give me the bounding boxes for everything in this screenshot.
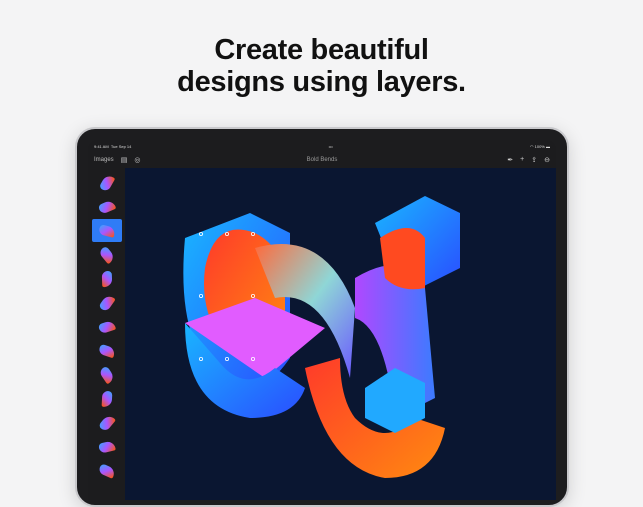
layer-preview-icon — [97, 319, 117, 334]
status-date: Tue Sep 14 — [110, 143, 132, 149]
status-bar: 9:41 AM Tue Sep 14 ••• ◠ 100% ▬ — [88, 140, 556, 152]
layers-sidebar — [90, 170, 124, 500]
layer-preview-icon — [98, 173, 116, 192]
status-time: 9:41 AM — [94, 143, 109, 149]
layer-thumbnail[interactable] — [92, 339, 122, 362]
layer-thumbnail[interactable] — [92, 411, 122, 434]
multitasking-dots[interactable]: ••• — [329, 144, 333, 149]
layer-thumbnail[interactable] — [92, 195, 122, 218]
layer-thumbnail[interactable] — [92, 363, 122, 386]
layer-thumbnail[interactable] — [92, 291, 122, 314]
battery-percent: 100% — [534, 143, 545, 149]
battery-icon: ▬ — [545, 143, 550, 149]
pen-tool-icon[interactable]: ✒ — [507, 156, 513, 164]
layer-preview-icon — [97, 198, 117, 215]
headline-line-1: Create beautiful — [214, 34, 429, 66]
share-icon[interactable]: ⇪ — [531, 156, 537, 164]
layer-preview-icon — [101, 270, 113, 287]
layer-preview-icon — [98, 293, 116, 312]
layer-preview-icon — [97, 462, 117, 479]
add-icon[interactable]: + — [520, 156, 524, 163]
canvas[interactable] — [125, 168, 556, 500]
layer-preview-icon — [98, 439, 116, 454]
layer-thumbnail[interactable] — [92, 387, 122, 410]
images-button[interactable]: Images — [94, 157, 114, 163]
layer-preview-icon — [98, 365, 116, 384]
artwork[interactable] — [125, 168, 556, 500]
layer-preview-icon — [98, 245, 116, 264]
layer-thumbnail[interactable] — [92, 171, 122, 194]
history-icon[interactable]: ◎ — [134, 156, 140, 164]
layer-thumbnail[interactable] — [92, 267, 122, 290]
layer-thumbnail[interactable] — [92, 435, 122, 458]
headline: Create beautiful designs using layers. — [0, 34, 643, 98]
document-title[interactable]: Bold Bends — [88, 157, 556, 163]
sidebar-toggle-icon[interactable]: ▤ — [121, 156, 128, 164]
layer-preview-icon — [98, 413, 116, 432]
layer-thumbnail[interactable] — [92, 459, 122, 482]
headline-line-2: designs using layers. — [177, 66, 466, 98]
wifi-icon: ◠ — [530, 143, 534, 149]
app-screen: 9:41 AM Tue Sep 14 ••• ◠ 100% ▬ Images ▤… — [88, 140, 556, 500]
layer-thumbnail[interactable] — [92, 219, 122, 242]
layer-preview-icon — [101, 390, 113, 407]
layer-thumbnail[interactable] — [92, 315, 122, 338]
more-icon[interactable]: ⊖ — [544, 156, 550, 164]
layer-thumbnail[interactable] — [92, 243, 122, 266]
layer-preview-icon — [98, 223, 116, 238]
toolbar: Images ▤ ◎ Bold Bends ✒ + ⇪ ⊖ — [88, 152, 556, 167]
layer-preview-icon — [97, 343, 117, 358]
